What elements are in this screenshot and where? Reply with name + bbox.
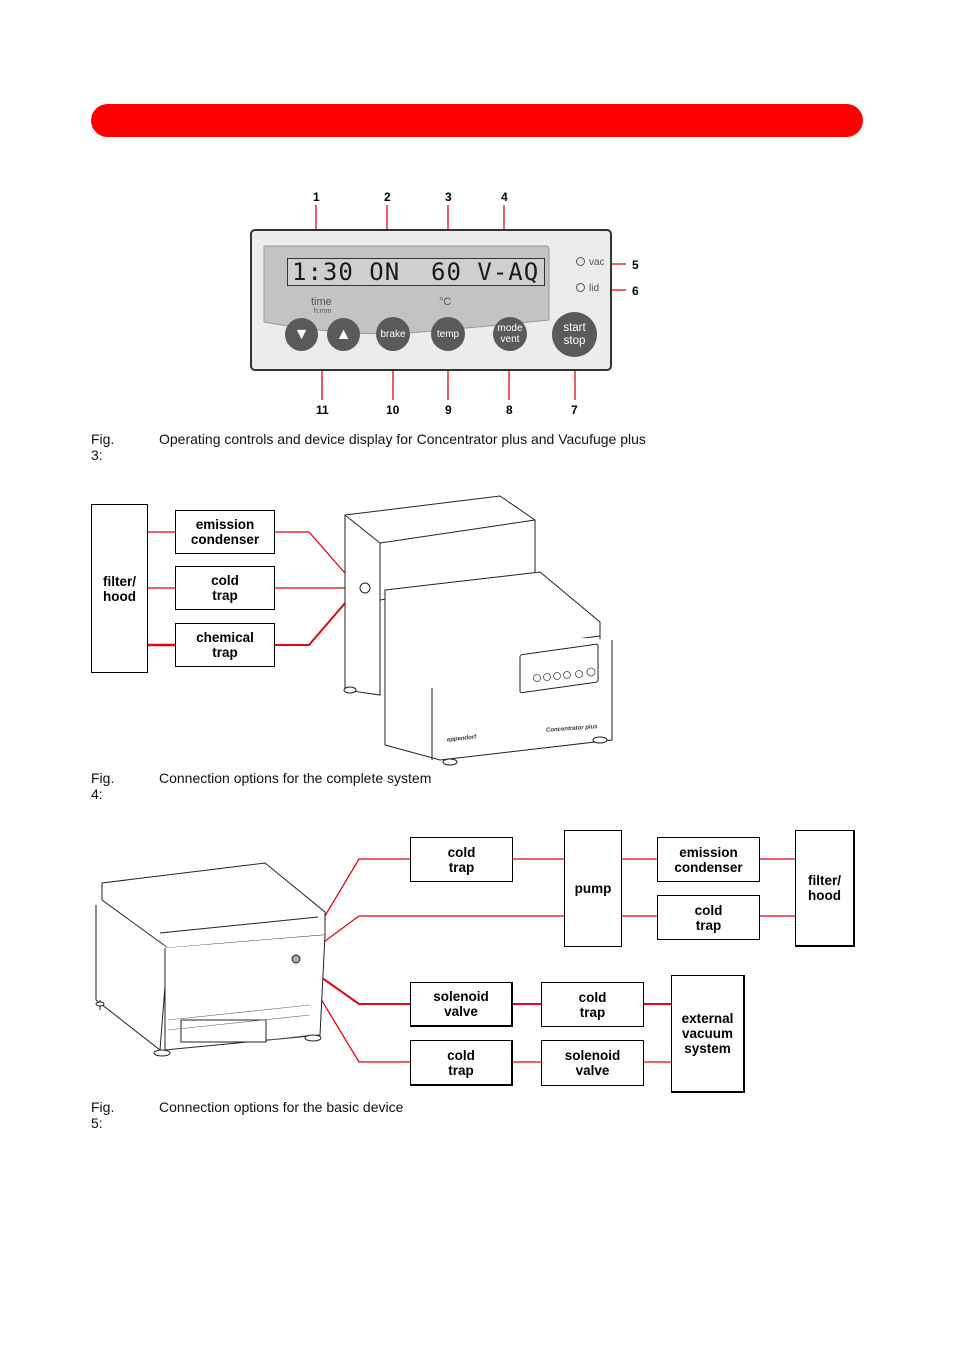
fig5-pump-box: pump xyxy=(564,830,622,947)
fig5-cold-trap-box-1: cold trap xyxy=(410,837,513,882)
fig5-caption-text: Connection options for the basic device xyxy=(159,1099,404,1115)
fig5-solenoid-valve-box-2: solenoid valve xyxy=(541,1040,644,1086)
fig5-cold-trap-box-4: cold trap xyxy=(541,982,644,1027)
fig5-caption-number: Fig. 5: xyxy=(91,1099,115,1131)
fig5-cold-trap-box-2: cold trap xyxy=(410,1040,513,1086)
fig5-emission-condenser-box: emission condenser xyxy=(657,837,760,882)
basic-device-drawing xyxy=(95,862,326,1057)
fig5-solenoid-valve-box-1: solenoid valve xyxy=(410,982,513,1027)
fig5-external-vacuum-system-box: external vacuum system xyxy=(671,975,745,1093)
fig5-cold-trap-box-3: cold trap xyxy=(657,895,760,940)
fig5-filter-hood-box: filter/ hood xyxy=(795,830,855,947)
